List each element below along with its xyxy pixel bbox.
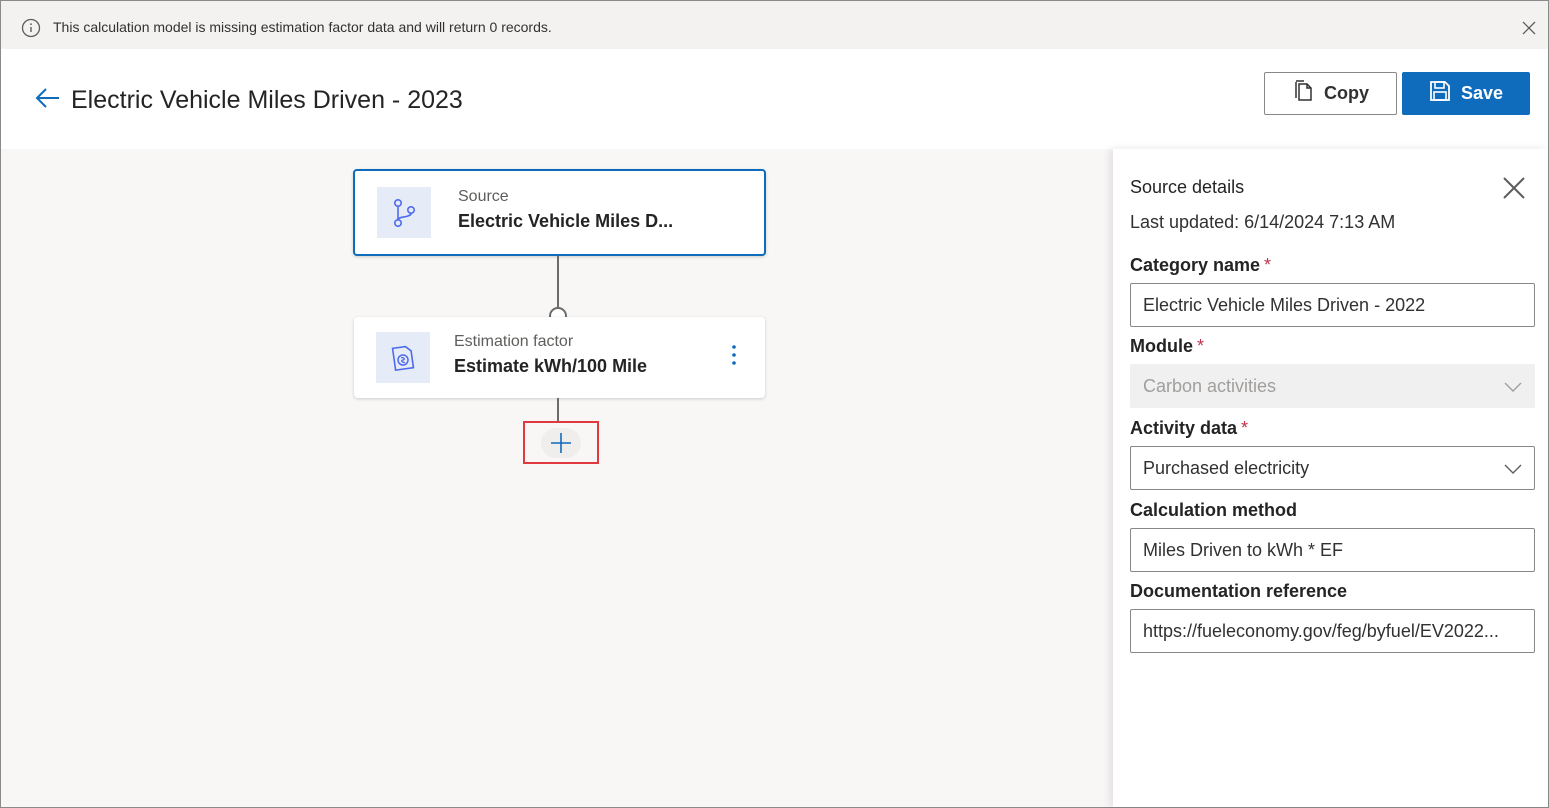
module-value: Carbon activities <box>1143 375 1277 396</box>
estimation-factor-node[interactable]: Estimation factor Estimate kWh/100 Mile <box>354 317 765 398</box>
calculation-method-input[interactable]: Miles Driven to kWh * EF <box>1130 528 1535 572</box>
banner-message: This calculation model is missing estima… <box>53 19 552 35</box>
save-button-label: Save <box>1460 83 1504 103</box>
last-updated-text: Last updated: 6/14/2024 7:13 AM <box>1130 212 1396 232</box>
model-canvas[interactable]: Source Electric Vehicle Miles D... Estim… <box>1 149 1113 807</box>
source-details-panel: Source details Last updated: 6/14/2024 7… <box>1113 149 1548 807</box>
documentation-reference-value: https://fueleconomy.gov/feg/byfuel/EV202… <box>1143 620 1499 641</box>
connector-line <box>557 256 559 309</box>
copy-icon <box>1292 79 1314 108</box>
page-title: Electric Vehicle Miles Driven - 2023 <box>71 86 463 114</box>
node-kind: Estimation factor <box>454 333 574 350</box>
close-icon[interactable] <box>1521 20 1537 36</box>
copy-button[interactable]: Copy <box>1264 72 1397 115</box>
add-step-button[interactable] <box>523 421 599 464</box>
chevron-down-icon <box>1504 458 1522 479</box>
chevron-down-icon <box>1504 376 1522 397</box>
close-icon[interactable] <box>1501 175 1527 201</box>
field-label-text: Category name <box>1130 255 1261 275</box>
activity-data-dropdown[interactable]: Purchased electricity <box>1130 446 1535 490</box>
info-banner: This calculation model is missing estima… <box>1 1 1548 49</box>
field-label-text: Module <box>1130 336 1193 356</box>
calculation-method-value: Miles Driven to kWh * EF <box>1143 539 1344 560</box>
module-dropdown: Carbon activities <box>1130 364 1535 408</box>
copy-button-label: Copy <box>1324 83 1369 103</box>
node-kind: Source <box>458 188 509 205</box>
save-button[interactable]: Save <box>1402 72 1530 115</box>
activity-data-label: Activity data * <box>1130 418 1248 439</box>
required-marker: * <box>1264 255 1272 275</box>
field-label-text: Activity data <box>1130 418 1238 438</box>
required-marker: * <box>1241 418 1249 438</box>
save-icon <box>1429 80 1451 107</box>
activity-data-value: Purchased electricity <box>1143 457 1310 478</box>
back-arrow-icon[interactable] <box>34 86 62 110</box>
category-name-input[interactable]: Electric Vehicle Miles Driven - 2022 <box>1130 283 1535 327</box>
estimation-factor-icon <box>376 332 430 383</box>
category-name-label: Category name * <box>1130 255 1271 276</box>
panel-title: Source details <box>1130 177 1245 197</box>
calculation-method-label: Calculation method <box>1130 500 1298 520</box>
required-marker: * <box>1197 336 1205 356</box>
source-node[interactable]: Source Electric Vehicle Miles D... <box>353 169 766 256</box>
info-icon <box>21 18 41 38</box>
connector-line <box>557 398 559 422</box>
more-options-icon[interactable] <box>724 343 744 369</box>
module-label: Module * <box>1130 336 1204 357</box>
documentation-reference-label: Documentation reference <box>1130 581 1348 601</box>
category-name-value: Electric Vehicle Miles Driven - 2022 <box>1143 294 1426 315</box>
node-name: Electric Vehicle Miles D... <box>458 211 674 231</box>
plus-icon <box>541 428 581 458</box>
node-name: Estimate kWh/100 Mile <box>454 356 648 376</box>
branch-icon <box>377 187 431 238</box>
documentation-reference-input[interactable]: https://fueleconomy.gov/feg/byfuel/EV202… <box>1130 609 1535 653</box>
